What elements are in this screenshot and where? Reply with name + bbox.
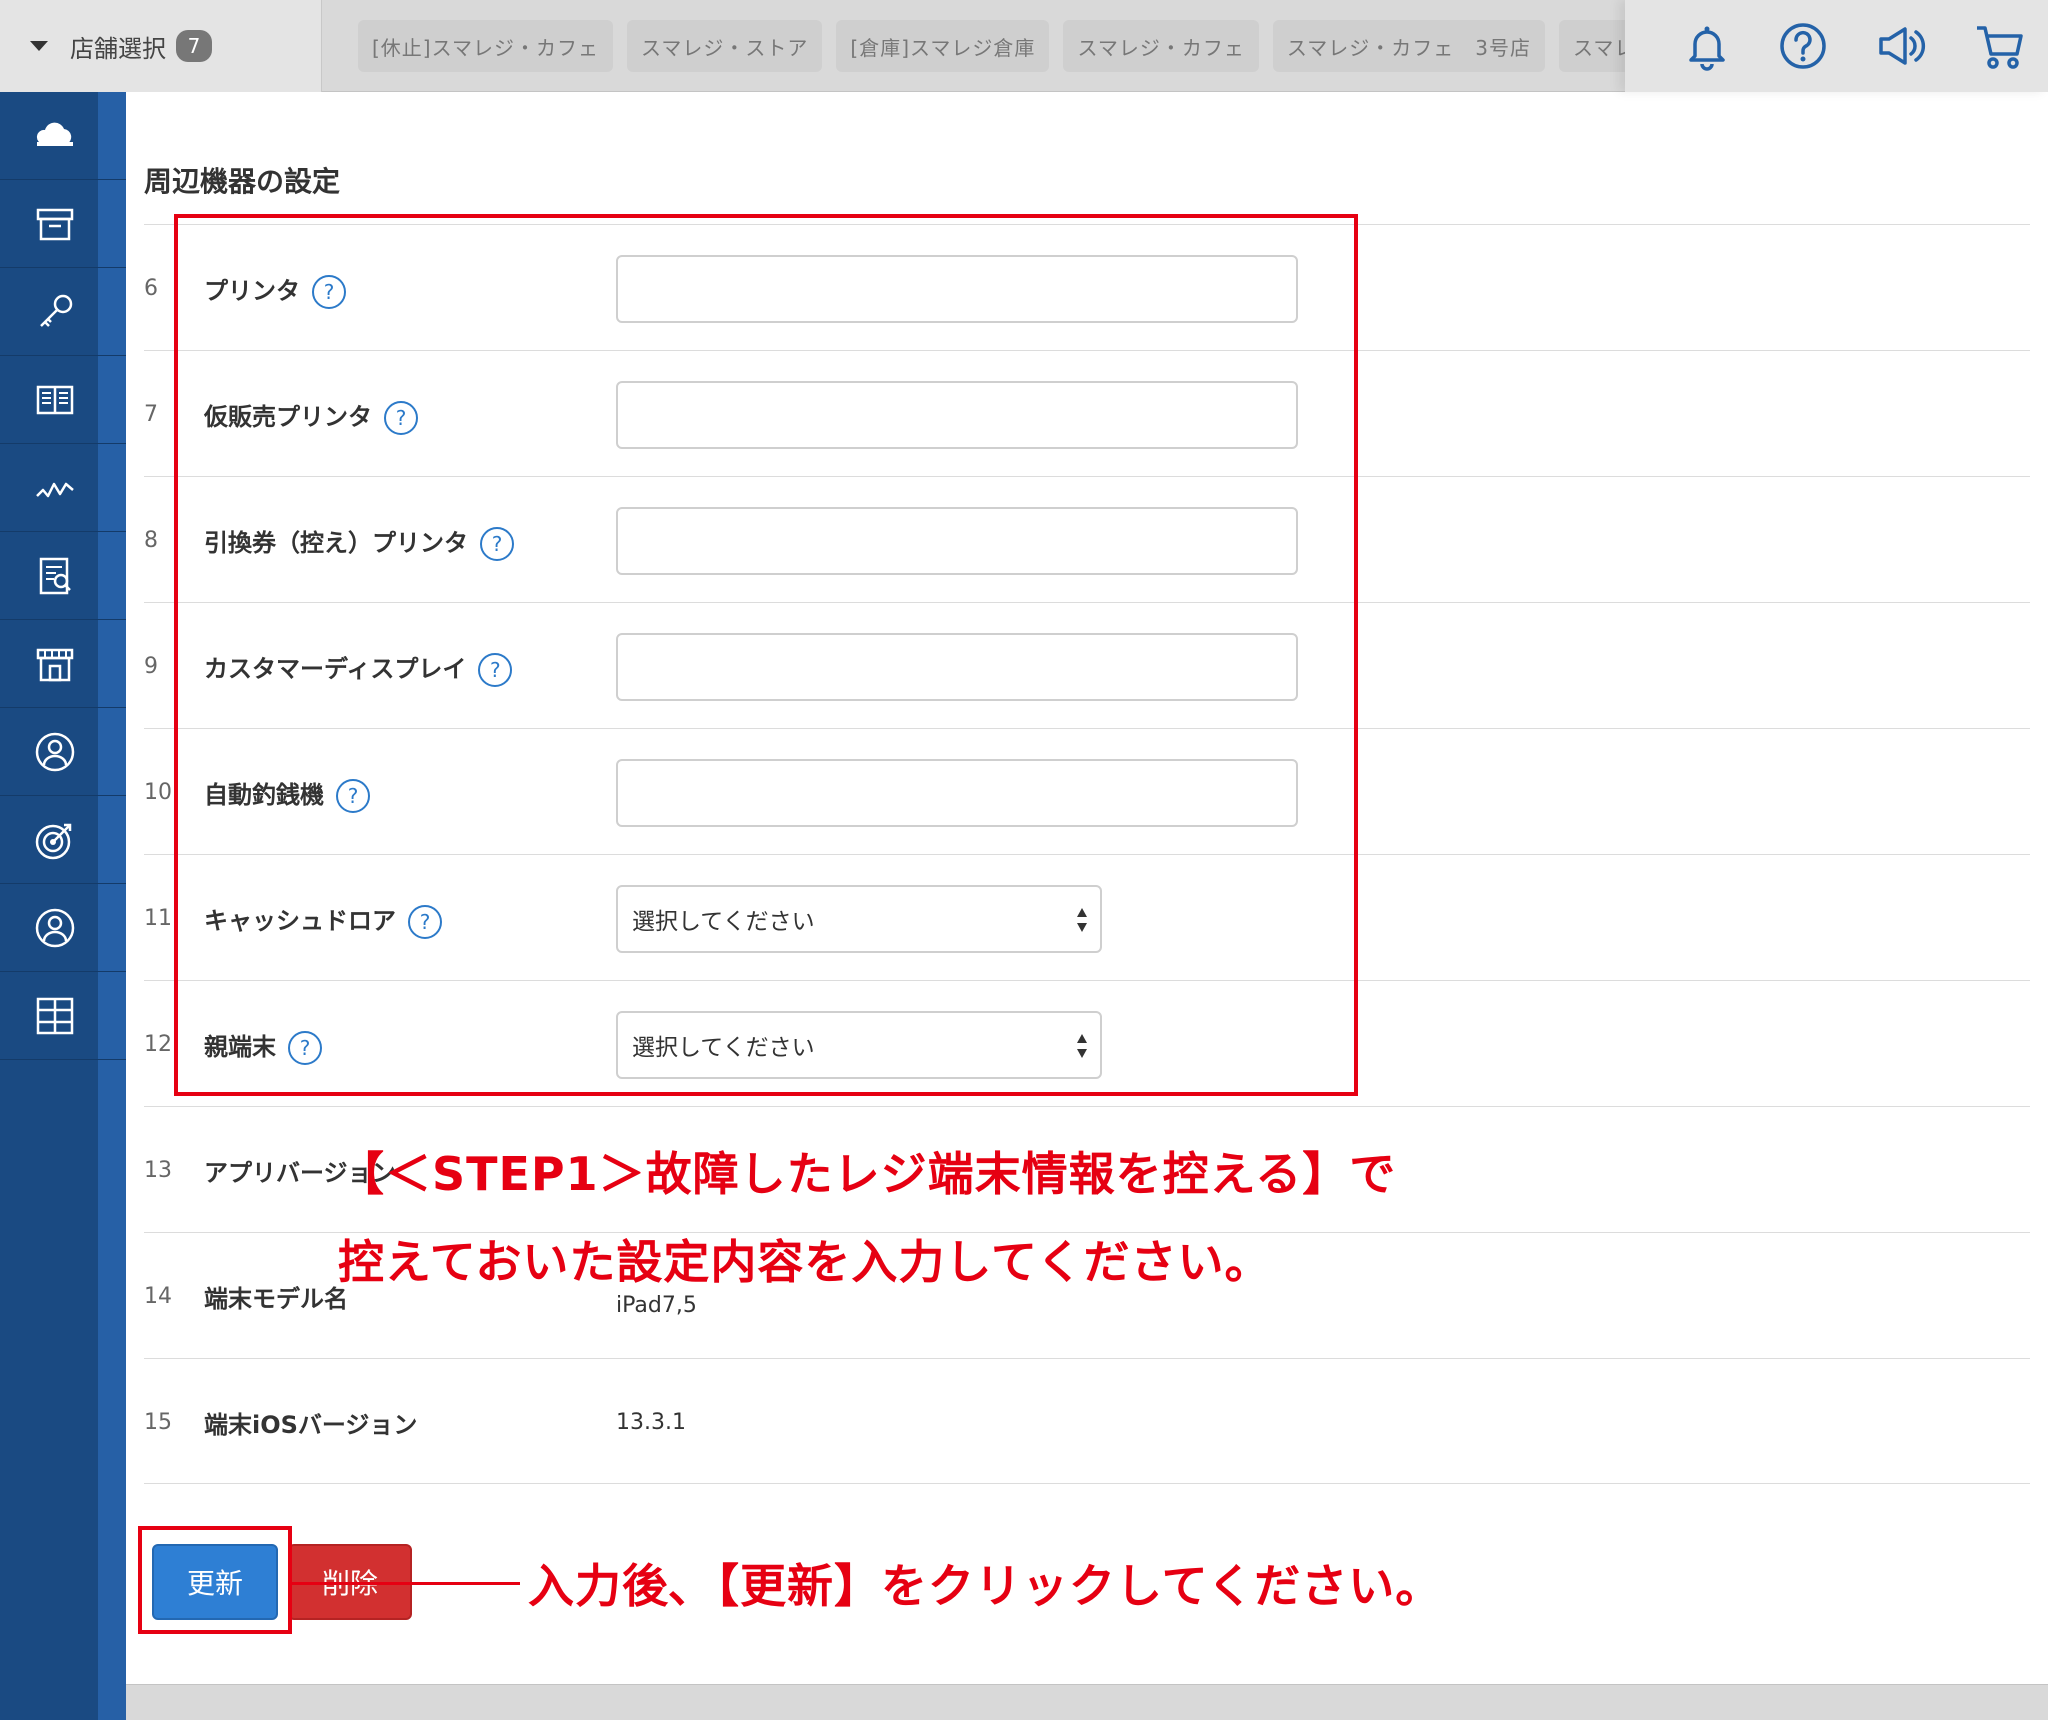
callout-line	[292, 1582, 520, 1585]
store-tab[interactable]: スマレジ・カフェ 3号店	[1272, 20, 1545, 72]
store-tab[interactable]: スマレジ・ストア	[627, 20, 823, 72]
row-number: 12	[144, 1031, 172, 1057]
row-number: 8	[144, 527, 158, 553]
row-number: 11	[144, 905, 172, 931]
settings-row-ios-version: 15 端末iOSバージョン 13.3.1	[144, 1358, 2030, 1484]
archive-box-icon	[36, 208, 74, 240]
sidebar-item-keys[interactable]	[0, 268, 126, 356]
store-tab[interactable]: [休止]スマレジ・カフェ	[358, 20, 614, 72]
row-value: 13.3.1	[616, 1409, 686, 1435]
store-icon	[36, 648, 74, 681]
store-count-badge: 7	[176, 30, 212, 62]
row-number: 6	[144, 275, 158, 301]
highlight-box	[174, 214, 1358, 1096]
section-title: 周辺機器の設定	[144, 165, 341, 198]
cart-icon[interactable]	[1973, 20, 2025, 72]
row-number: 10	[144, 779, 172, 805]
grid-icon	[36, 997, 74, 1034]
sidebar-item-store[interactable]	[0, 620, 126, 708]
bell-icon[interactable]	[1681, 20, 1733, 72]
store-select-label: 店舗選択	[70, 34, 166, 63]
line-chart-icon	[36, 482, 74, 497]
store-tabs: [休止]スマレジ・カフェ スマレジ・ストア [倉庫]スマレジ倉庫 スマレジ・カフ…	[322, 0, 1625, 92]
sidebar-item-reports[interactable]	[0, 532, 126, 620]
annotation-instruction: 控えておいた設定内容を入力してください。	[338, 1235, 1272, 1289]
sidebar-item-target[interactable]	[0, 796, 126, 884]
top-bar: 店舗選択 7 [休止]スマレジ・カフェ スマレジ・ストア [倉庫]スマレジ倉庫 …	[0, 0, 2048, 92]
row-number: 9	[144, 653, 158, 679]
customer-icon	[35, 732, 75, 771]
row-label: 端末モデル名	[204, 1284, 348, 1313]
sidebar-item-analytics[interactable]	[0, 444, 126, 532]
key-icon	[40, 294, 73, 327]
annotation-callout: 入力後､【更新】をクリックしてください。	[528, 1559, 1443, 1613]
update-highlight-box	[138, 1526, 292, 1634]
store-tab[interactable]: [倉庫]スマレジ倉庫	[836, 20, 1050, 72]
annotation-step-ref: 【＜STEP1＞故障したレジ端末情報を控える】で	[338, 1147, 1397, 1201]
store-tab[interactable]: スマレジ・カフェ	[1558, 20, 1625, 72]
top-icons	[1625, 0, 2048, 92]
target-icon	[35, 823, 72, 859]
store-select-dropdown[interactable]: 店舗選択 7	[0, 0, 322, 92]
caret-down-icon	[30, 41, 48, 51]
sidebar-item-apps[interactable]	[0, 972, 126, 1060]
user-icon	[35, 908, 75, 947]
sidebar-item-staff[interactable]	[0, 884, 126, 972]
row-label: 端末iOSバージョン	[204, 1410, 418, 1439]
help-icon[interactable]	[1777, 20, 1829, 72]
bottom-bar	[126, 1684, 2048, 1720]
row-number: 7	[144, 401, 158, 427]
sidebar-item-products[interactable]	[0, 180, 126, 268]
cloud-icon	[36, 122, 73, 146]
megaphone-icon[interactable]	[1875, 20, 1927, 72]
row-number: 14	[144, 1283, 172, 1309]
sidebar-item-book[interactable]	[0, 356, 126, 444]
row-number: 15	[144, 1409, 172, 1435]
store-tab[interactable]: スマレジ・カフェ	[1063, 20, 1259, 72]
report-icon	[39, 557, 71, 594]
sidebar-item-customers[interactable]	[0, 708, 126, 796]
row-number: 13	[144, 1157, 172, 1183]
sidebar-item-home[interactable]	[0, 92, 126, 180]
book-icon	[36, 385, 74, 414]
